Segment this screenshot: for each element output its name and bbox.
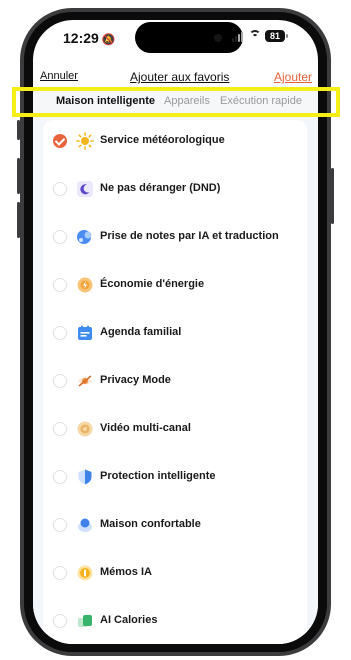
power-button [331,168,334,224]
comfort-home-icon [78,518,92,532]
signal-icon [232,38,234,42]
multi-video-icon [77,421,93,437]
checkbox[interactable] [53,518,67,532]
list-item[interactable]: AI Calories [43,607,307,635]
list-item[interactable]: Service météorologique [43,127,307,155]
list-item[interactable]: Mémos IA [43,559,307,587]
scene-list: Service météorologique Ne pas déranger (… [43,120,307,644]
list-item[interactable]: Économie d'énergie [43,271,307,299]
list-item[interactable]: Prise de notes par IA et traduction [43,223,307,251]
tab-devices[interactable]: Appareils [164,95,210,107]
checkbox[interactable] [53,470,67,484]
item-label: Privacy Mode [100,374,171,386]
item-label: Maison confortable [100,518,201,530]
list-item[interactable]: Agenda familial [43,319,307,347]
item-label: Agenda familial [100,326,182,338]
camera-dot [214,34,222,42]
item-label: Vidéo multi-canal [100,422,191,434]
list-item[interactable]: Maison confortable [43,511,307,539]
list-item[interactable]: Privacy Mode [43,367,307,395]
checkbox[interactable] [53,374,67,388]
sun-icon [76,132,94,150]
shield-icon [78,469,92,485]
dynamic-island [135,22,243,53]
list-item[interactable]: Vidéo multi-canal [43,415,307,443]
item-label: AI Calories [100,614,158,626]
item-label: Mémos IA [100,566,152,578]
item-label: Prise de notes par IA et traduction [100,230,279,242]
item-label: Ne pas déranger (DND) [100,182,221,194]
checkbox[interactable] [53,278,67,292]
item-label: Service météorologique [100,134,225,146]
checkbox[interactable] [53,326,67,340]
battery-icon: 81 [265,30,285,42]
energy-saving-icon [77,277,93,293]
add-button[interactable]: Ajouter [274,70,312,84]
checkbox[interactable] [53,182,67,196]
list-item[interactable]: Ne pas déranger (DND) [43,175,307,203]
checkbox-checked[interactable] [53,134,67,148]
checkbox[interactable] [53,422,67,436]
side-button [17,120,20,140]
cancel-button[interactable]: Annuler [40,70,78,82]
calendar-icon [78,325,92,340]
calories-icon [78,615,92,627]
page-title: Ajouter aux favoris [130,70,230,84]
tab-bar: Maison intelligente Appareils Exécution … [33,88,318,116]
memo-icon [77,565,93,581]
list-item[interactable]: Protection intelligente [43,463,307,491]
moon-icon [77,181,93,197]
notes-translate-icon [77,230,92,244]
tab-smart-home[interactable]: Maison intelligente [56,95,155,107]
tab-quick-run[interactable]: Exécution rapide [220,95,302,107]
volume-down-button [17,202,20,238]
checkbox[interactable] [53,614,67,628]
privacy-eye-icon [78,375,92,387]
nav-bar: Annuler Ajouter aux favoris Ajouter [33,68,318,88]
status-time: 12:29 🔕 [63,30,116,46]
volume-up-button [17,158,20,194]
checkbox[interactable] [53,566,67,580]
checkbox[interactable] [53,230,67,244]
bell-mute-icon: 🔕 [101,34,116,46]
screen: 12:29 🔕 81 Annuler Ajouter aux favoris Aj… [33,20,318,644]
item-label: Économie d'énergie [100,278,205,290]
time-text: 12:29 [63,30,99,46]
item-label: Protection intelligente [100,470,216,482]
